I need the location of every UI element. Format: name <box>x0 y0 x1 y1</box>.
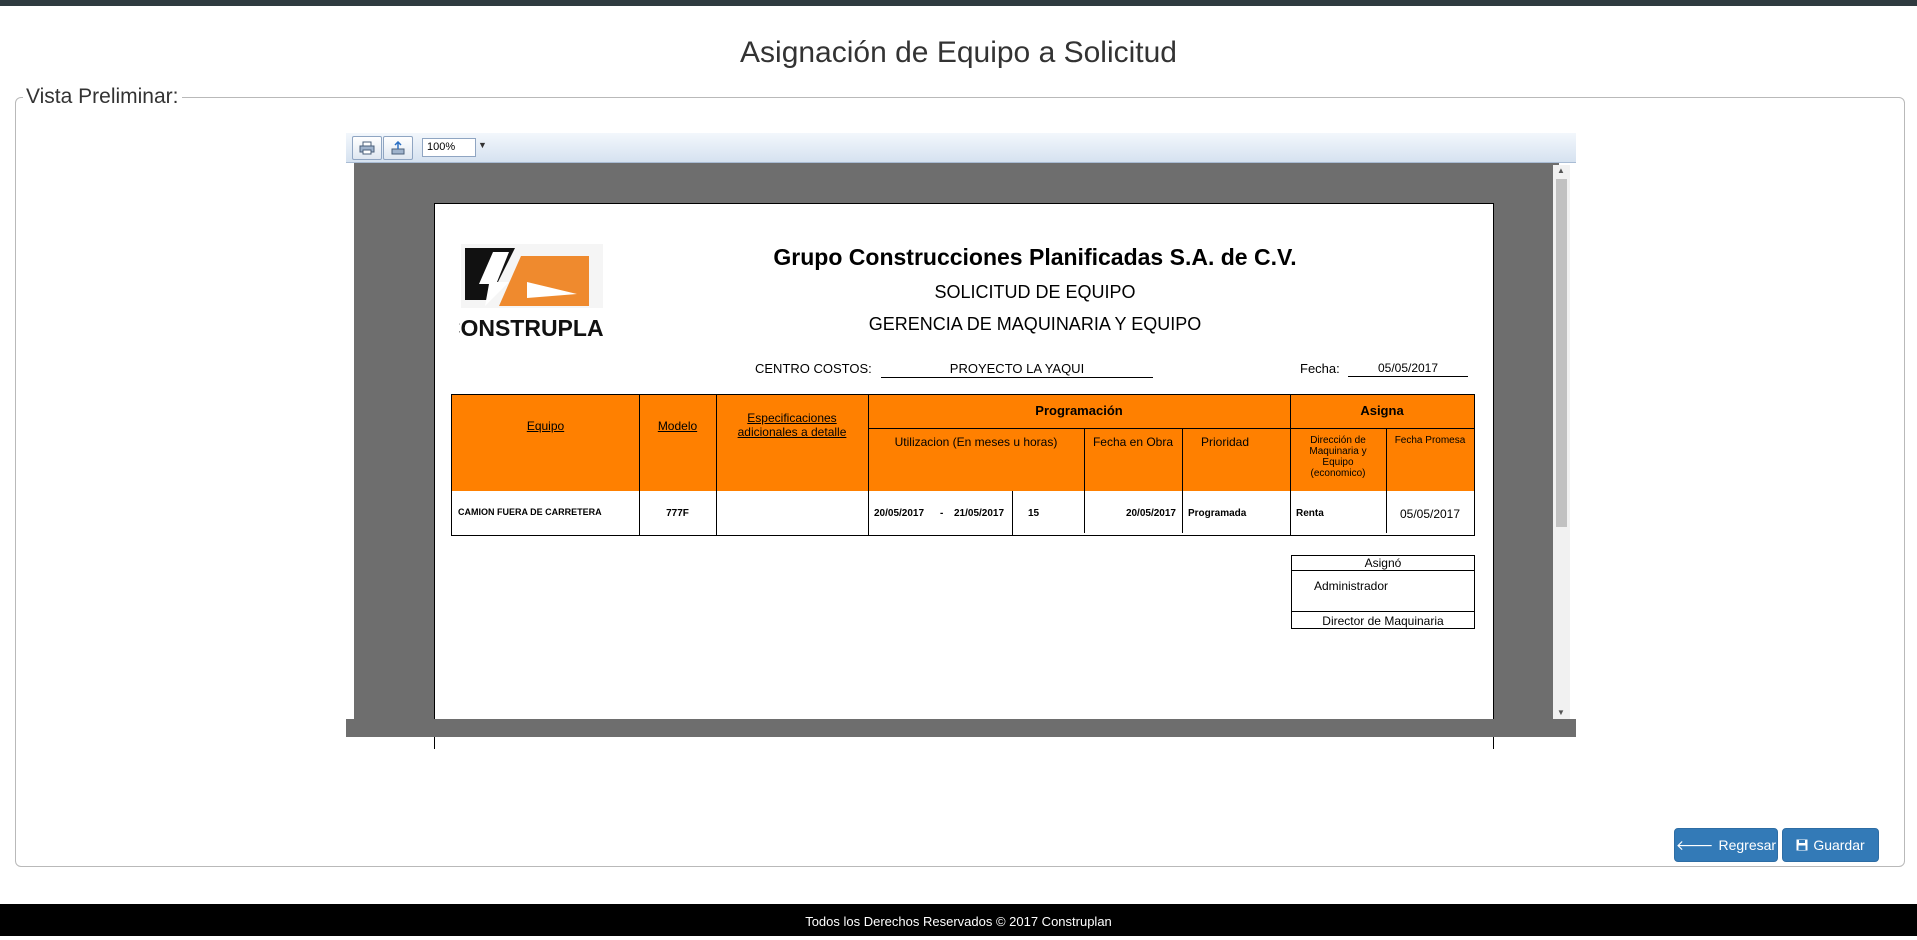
viewer-scrollbar[interactable]: ▲ ▼ <box>1553 165 1570 719</box>
export-icon <box>391 141 405 155</box>
construplan-logo: CONSTRUPLAN <box>459 244 605 341</box>
zoom-select[interactable]: 100% <box>422 138 476 157</box>
preview-legend: Vista Preliminar: <box>23 85 182 109</box>
printer-icon <box>359 141 375 155</box>
header-programacion: Programación <box>1035 403 1123 418</box>
row-modelo: 777F <box>666 508 689 519</box>
row-desde: 20/05/2017 <box>874 508 925 519</box>
department-name: GERENCIA DE MAQUINARIA Y EQUIPO <box>868 314 1202 334</box>
scroll-thumb[interactable] <box>1556 179 1567 527</box>
document-title: SOLICITUD DE EQUIPO <box>934 282 1136 302</box>
request-table: Equipo Modelo Especificaciones adicional… <box>451 394 1475 536</box>
date-value: 05/05/2017 <box>1348 361 1468 377</box>
viewer-toolbar: 100% ▼ <box>346 133 1576 163</box>
save-button-label: Guardar <box>1813 837 1865 853</box>
viewer-canvas: CONSTRUPLAN Grupo Construcciones Planifi… <box>354 163 1559 749</box>
company-name: Grupo Construcciones Planificadas S.A. d… <box>773 244 1297 270</box>
viewer-bottom-bar <box>346 719 1576 737</box>
row-equipo: CAMION FUERA DE CARRETERA <box>458 507 602 517</box>
back-button-label: Regresar <box>1718 837 1777 853</box>
header-asigna: Asigna <box>1360 403 1404 418</box>
footer: Todos los Derechos Reservados © 2017 Con… <box>0 904 1917 936</box>
scroll-up-icon[interactable]: ▲ <box>1557 166 1565 175</box>
header-fecha-promesa: Fecha Promesa <box>1394 435 1466 446</box>
export-button[interactable] <box>383 136 413 160</box>
arrow-left-icon: 🡐 <box>1675 836 1714 853</box>
back-button[interactable]: 🡐 Regresar <box>1674 828 1778 862</box>
date-label: Fecha: <box>1300 361 1340 376</box>
header-utilizacion: Utilizacion (En meses u horas) <box>894 435 1058 449</box>
scroll-down-icon[interactable]: ▼ <box>1557 708 1565 717</box>
report-viewer: 100% ▼ CONSTRUPLAN Grupo Construcciones … <box>346 133 1576 749</box>
header-modelo: Modelo <box>657 419 698 433</box>
row-cantidad: 15 <box>1028 508 1040 519</box>
row-separator: - <box>940 508 944 519</box>
report-page: CONSTRUPLAN Grupo Construcciones Planifi… <box>434 203 1494 749</box>
row-direccion: Renta <box>1296 508 1324 519</box>
row-hasta: 21/05/2017 <box>954 508 1005 519</box>
chevron-down-icon[interactable]: ▼ <box>478 140 487 150</box>
print-button[interactable] <box>352 136 382 160</box>
assigned-role: Director de Maquinaria <box>1292 611 1474 629</box>
cost-center-label: CENTRO COSTOS: <box>755 361 872 376</box>
row-fecha-obra: 20/05/2017 <box>1125 508 1176 519</box>
assigned-box: Asignó Administrador Director de Maquina… <box>1291 555 1475 629</box>
assigned-title: Asignó <box>1292 556 1474 571</box>
top-bar <box>0 0 1917 6</box>
logo-text: CONSTRUPLAN <box>459 315 605 341</box>
page-title: Asignación de Equipo a Solicitud <box>740 36 1177 69</box>
header-equipo: Equipo <box>526 419 565 433</box>
save-button[interactable]: Guardar <box>1782 828 1879 862</box>
header-prioridad: Prioridad <box>1200 435 1250 449</box>
header-direccion: Dirección de Maquinaria y Equipo (econom… <box>1309 435 1367 479</box>
row-prioridad: Programada <box>1188 508 1247 519</box>
header-fecha-obra: Fecha en Obra <box>1092 435 1174 449</box>
cost-center-value: PROYECTO LA YAQUI <box>881 361 1153 378</box>
row-fecha-promesa: 05/05/2017 <box>1399 507 1461 521</box>
header-especificaciones: Especificaciones adicionales a detalle <box>737 411 847 439</box>
floppy-disk-icon <box>1796 839 1808 851</box>
assigned-name: Administrador <box>1314 579 1389 593</box>
